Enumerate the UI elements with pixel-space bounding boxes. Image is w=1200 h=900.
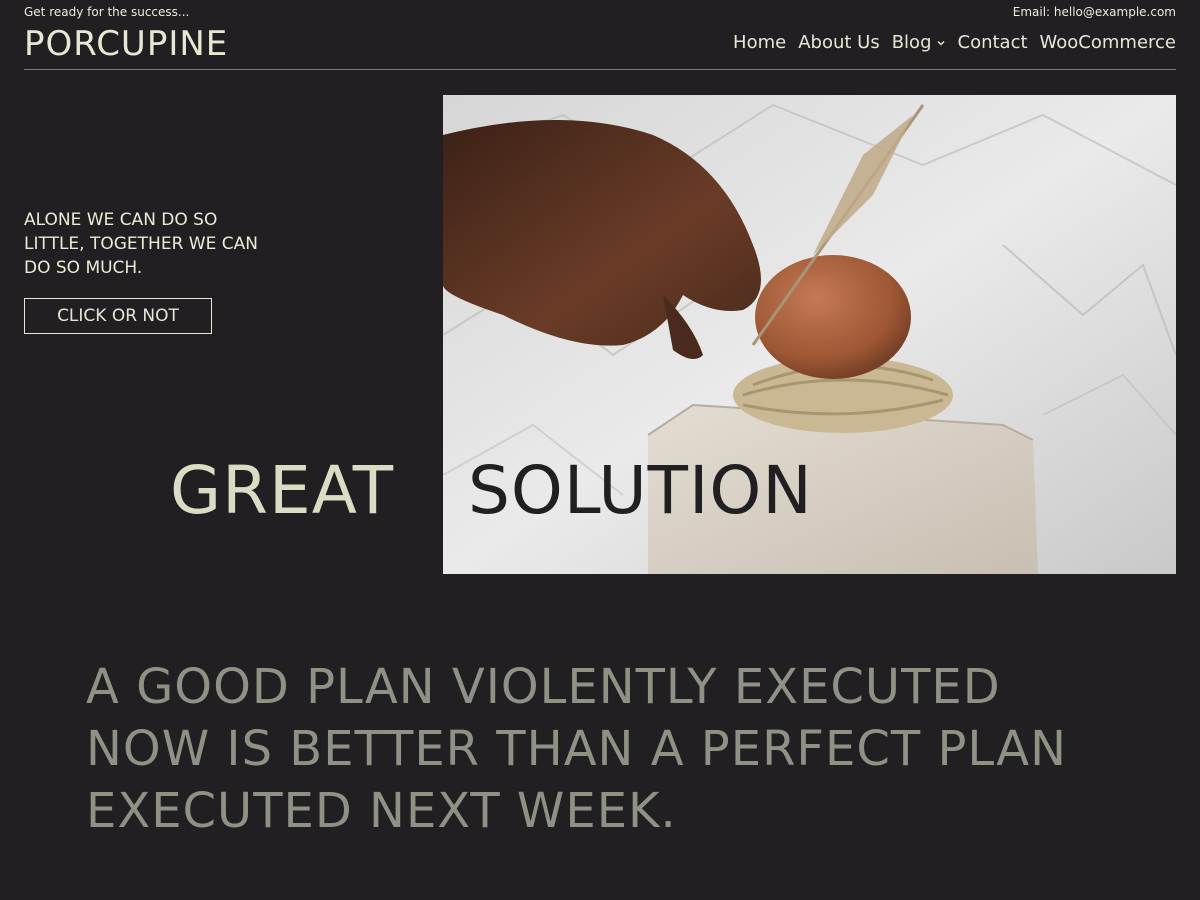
page: Get ready for the success... Email: hell… (0, 0, 1200, 900)
site-tagline: Get ready for the success... (24, 5, 190, 19)
click-or-not-button[interactable]: CLICK OR NOT (24, 298, 212, 334)
nav-item-woocommerce[interactable]: WooCommerce (1040, 32, 1176, 53)
email-link[interactable]: Email: hello@example.com (1013, 5, 1176, 19)
feature-quote: A GOOD PLAN VIOLENTLY EXECUTED NOW IS BE… (86, 659, 1067, 839)
nav-item-blog[interactable]: Blog (892, 32, 946, 53)
nav-item-blog-label: Blog (891, 32, 932, 53)
headline-solution: SOLUTION (468, 452, 813, 529)
headline-great: GREAT (170, 452, 395, 529)
nav-item-home[interactable]: Home (733, 32, 786, 53)
header-divider (24, 69, 1176, 70)
hero-quote: ALONE WE CAN DO SO LITTLE, TOGETHER WE C… (24, 210, 258, 278)
nav-item-about[interactable]: About Us (798, 32, 880, 53)
nav-item-contact[interactable]: Contact (958, 32, 1028, 53)
main-navigation: Home About Us Blog Contact WooCommerce (733, 32, 1176, 53)
site-logo[interactable]: PORCUPINE (24, 24, 228, 64)
chevron-down-icon (937, 40, 944, 45)
